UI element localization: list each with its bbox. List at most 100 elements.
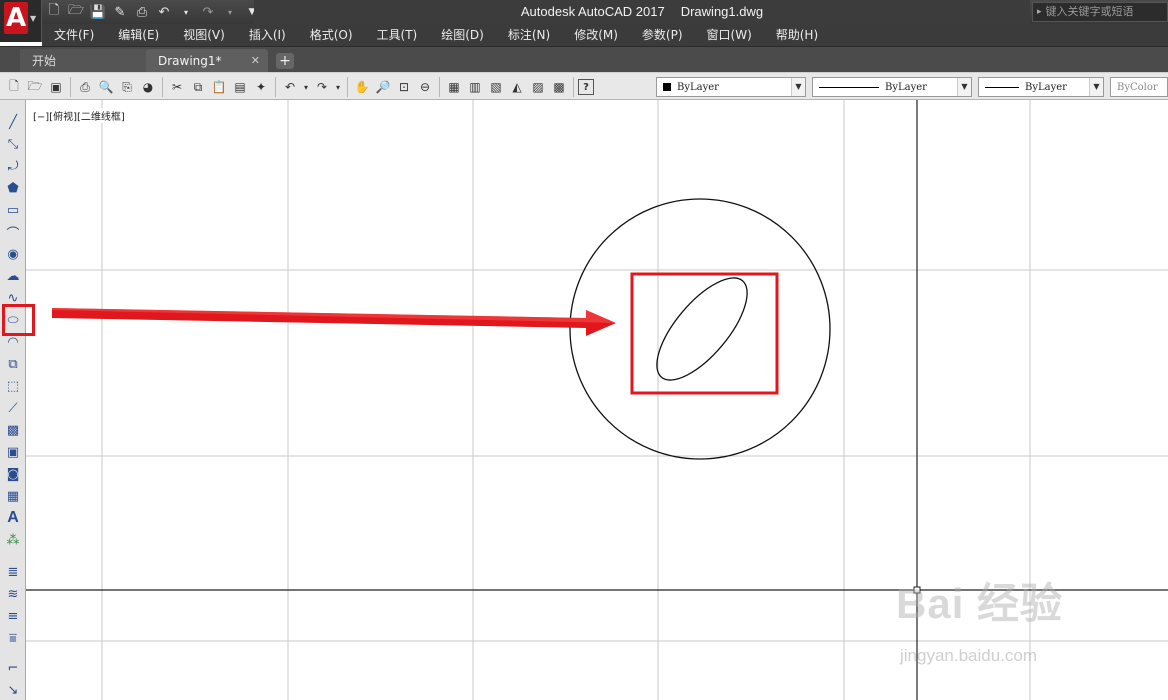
file-name: Drawing1.dwg <box>680 4 764 19</box>
rectangle-icon[interactable]: ▭ <box>3 200 23 220</box>
lineweight-dropdown[interactable]: ByLayer ▼ <box>978 77 1104 97</box>
plot-icon[interactable]: ⎙ <box>132 2 152 22</box>
hatch-icon[interactable]: ▩ <box>3 420 23 440</box>
toolbar-separator <box>70 77 71 97</box>
3d-print-icon[interactable]: ◕ <box>138 77 158 97</box>
copy-icon[interactable]: ⧉ <box>188 77 208 97</box>
match-properties-icon[interactable]: ▤ <box>230 77 250 97</box>
menu-format[interactable]: 格式(O) <box>298 24 365 46</box>
construction-line-icon[interactable]: ⤡ <box>3 134 23 154</box>
zoom-realtime-icon[interactable]: 🔎 <box>373 77 393 97</box>
line-icon[interactable]: ╱ <box>3 112 23 132</box>
menu-parametric[interactable]: 参数(P) <box>630 24 695 46</box>
undo-dropdown-icon[interactable]: ▾ <box>301 77 311 97</box>
publish-icon[interactable]: ⎘ <box>117 77 137 97</box>
gradient-icon[interactable]: ▣ <box>3 442 23 462</box>
redo-dropdown-icon[interactable]: ▾ <box>220 2 240 22</box>
menu-dimension[interactable]: 标注(N) <box>496 24 562 46</box>
menu-draw[interactable]: 绘图(D) <box>429 24 496 46</box>
tab-drawing1-label: Drawing1* <box>158 54 222 68</box>
circle-shape[interactable] <box>569 198 831 460</box>
menu-window[interactable]: 窗口(W) <box>695 24 764 46</box>
quickcalc-icon[interactable]: ▩ <box>549 77 569 97</box>
region-icon[interactable]: ◙ <box>3 464 23 484</box>
tab-start[interactable]: 开始 <box>20 49 148 73</box>
sheet-set-icon[interactable]: ◭ <box>507 77 527 97</box>
redo-icon[interactable]: ↷ <box>198 2 218 22</box>
polygon-icon[interactable]: ⬟ <box>3 178 23 198</box>
draw-toolbar: ╱ ⤡ ⤾ ⬟ ▭ ⌒ ◉ ☁ ∿ ⬭ ◠ ⧉ ⬚ ⟋ ▩ ▣ ◙ ▦ A ⁂ … <box>0 100 26 700</box>
color-dropdown[interactable]: ByLayer ▼ <box>656 77 806 97</box>
layer-previous-icon[interactable]: ≡ <box>3 606 23 626</box>
zoom-previous-icon[interactable]: ⊖ <box>415 77 435 97</box>
search-placeholder: 键入关键字或短语 <box>1045 5 1134 18</box>
plot-preview-icon[interactable]: 🔍 <box>96 77 116 97</box>
cut-icon[interactable]: ✂ <box>167 77 187 97</box>
pan-icon[interactable]: ✋ <box>352 77 372 97</box>
paste-icon[interactable]: 📋 <box>209 77 229 97</box>
redo-dropdown-icon[interactable]: ▾ <box>333 77 343 97</box>
undo-icon[interactable]: ↶ <box>154 2 174 22</box>
chevron-down-icon: ▼ <box>791 78 805 96</box>
circle-icon[interactable]: ◉ <box>3 244 23 264</box>
revision-cloud-icon[interactable]: ☁ <box>3 266 23 286</box>
toolbar-separator <box>347 77 348 97</box>
make-block-icon[interactable]: ⬚ <box>3 376 23 396</box>
save-as-icon[interactable]: ✎ <box>110 2 130 22</box>
new-icon[interactable]: 🗋 <box>44 2 64 22</box>
help-icon[interactable]: ? <box>578 79 594 95</box>
crosshair-pickbox <box>913 586 921 594</box>
menu-help[interactable]: 帮助(H) <box>764 24 830 46</box>
point-icon[interactable]: ⟋ <box>3 398 23 418</box>
design-center-icon[interactable]: ▥ <box>465 77 485 97</box>
toolbar-separator <box>439 77 440 97</box>
undo-dropdown-icon[interactable]: ▾ <box>176 2 196 22</box>
linetype-dropdown[interactable]: ByLayer ▼ <box>812 77 972 97</box>
menu-insert[interactable]: 插入(I) <box>237 24 298 46</box>
new-tab-button[interactable]: + <box>276 53 294 69</box>
undo-icon[interactable]: ↶ <box>280 77 300 97</box>
ellipse-shape[interactable] <box>642 264 763 394</box>
qnew-icon[interactable]: 🗋 <box>4 77 24 97</box>
menu-view[interactable]: 视图(V) <box>171 24 237 46</box>
leader-icon[interactable]: ↘ <box>3 680 23 700</box>
application-menu-button[interactable]: A ▼ <box>0 0 42 42</box>
model-space[interactable] <box>26 100 1168 700</box>
polyline-icon[interactable]: ⤾ <box>3 156 23 176</box>
toolbar-separator <box>573 77 574 97</box>
layer-match-icon[interactable]: ⩸ <box>3 628 23 648</box>
linetype-preview <box>819 86 879 88</box>
viewport-controls-label[interactable]: [−][俯视][二维线框] <box>32 108 126 123</box>
zoom-window-icon[interactable]: ⊡ <box>394 77 414 97</box>
dimension-icon[interactable]: ⌐ <box>3 658 23 678</box>
markup-icon[interactable]: ▨ <box>528 77 548 97</box>
save-icon[interactable]: 💾 <box>88 2 108 22</box>
search-input[interactable]: ▸ 键入关键字或短语 <box>1032 2 1168 22</box>
redo-icon[interactable]: ↷ <box>312 77 332 97</box>
tab-drawing1[interactable]: Drawing1* ✕ <box>146 49 268 73</box>
tool-palettes-icon[interactable]: ▧ <box>486 77 506 97</box>
layer-states-icon[interactable]: ≋ <box>3 584 23 604</box>
menu-file[interactable]: 文件(F) <box>42 24 106 46</box>
open-file-icon[interactable]: 🗁 <box>25 77 45 97</box>
table-icon[interactable]: ▦ <box>3 486 23 506</box>
add-selected-icon[interactable]: ⁂ <box>3 530 23 550</box>
text-icon[interactable]: A <box>3 508 23 528</box>
chevron-down-icon: ▼ <box>1089 78 1103 96</box>
drawing-canvas[interactable]: [−][俯视][二维线框] <box>26 100 1168 700</box>
layer-properties-icon[interactable]: ≣ <box>3 562 23 582</box>
open-icon[interactable]: 🗁 <box>66 2 86 22</box>
save-file-icon[interactable]: ▣ <box>46 77 66 97</box>
arc-icon[interactable]: ⌒ <box>3 222 23 242</box>
close-icon[interactable]: ✕ <box>251 49 260 73</box>
menu-bar: 文件(F) 编辑(E) 视图(V) 插入(I) 格式(O) 工具(T) 绘图(D… <box>42 24 1168 46</box>
menu-modify[interactable]: 修改(M) <box>562 24 630 46</box>
properties-icon[interactable]: ▦ <box>444 77 464 97</box>
menu-tools[interactable]: 工具(T) <box>365 24 430 46</box>
block-editor-icon[interactable]: ✦ <box>251 77 271 97</box>
insert-block-icon[interactable]: ⧉ <box>3 354 23 374</box>
plotstyle-dropdown[interactable]: ByColor <box>1110 77 1168 97</box>
print-icon[interactable]: ⎙ <box>75 77 95 97</box>
menu-edit[interactable]: 编辑(E) <box>106 24 171 46</box>
toolbar-separator <box>162 77 163 97</box>
